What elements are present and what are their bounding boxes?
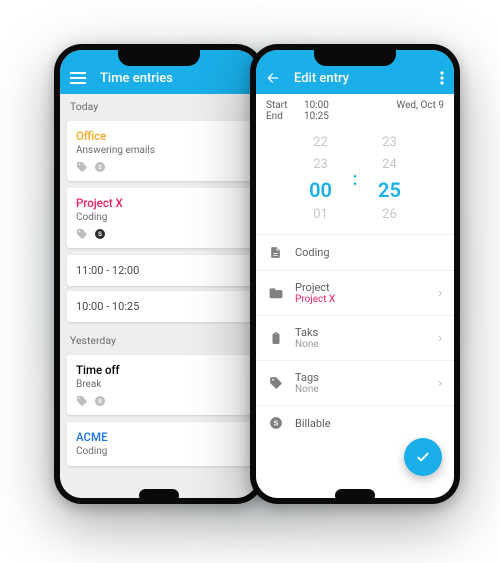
start-end-block: Start 10:00 Wed, Oct 9 End 10:25 xyxy=(256,94,454,126)
section-today: Today xyxy=(60,94,258,117)
phone-notch xyxy=(314,50,396,66)
hour-wheel[interactable]: 22 23 00 01 xyxy=(299,132,343,226)
entry-subtitle: Coding xyxy=(76,212,242,223)
entry-title: ACME xyxy=(76,430,242,444)
row-description[interactable]: Coding xyxy=(256,235,454,271)
edit-form: Start 10:00 Wed, Oct 9 End 10:25 22 23 0… xyxy=(256,94,454,498)
picker-value: 26 xyxy=(367,204,411,226)
picker-value: 23 xyxy=(367,132,411,154)
entry-title: Project X xyxy=(76,196,242,210)
entry-subtitle: Break xyxy=(76,379,242,390)
tag-icon xyxy=(76,161,88,173)
chevron-right-icon: › xyxy=(438,331,442,346)
description-value: Coding xyxy=(295,246,442,259)
screen-edit-entry: Edit entry Start 10:00 Wed, Oct 9 End 10… xyxy=(256,50,454,498)
entry-projectx[interactable]: Project X Coding S xyxy=(67,188,251,248)
picker-selected-minute: 25 xyxy=(367,176,411,204)
svg-text:S: S xyxy=(98,232,102,238)
picker-value: 01 xyxy=(299,204,343,226)
more-vert-icon[interactable] xyxy=(440,71,444,85)
start-label: Start xyxy=(266,100,294,111)
phone-time-entries: Time entries Today Office Answering emai… xyxy=(54,44,264,504)
entry-title: Office xyxy=(76,129,242,143)
page-title: Time entries xyxy=(100,71,173,86)
billable-icon: S xyxy=(94,161,106,173)
picker-value: 23 xyxy=(299,154,343,176)
tags-value: None xyxy=(295,384,426,395)
phone-home-button xyxy=(335,489,375,502)
svg-text:S: S xyxy=(98,165,102,171)
svg-text:S: S xyxy=(273,420,278,427)
phone-notch xyxy=(118,50,200,66)
row-billable[interactable]: S Billable xyxy=(256,406,454,440)
entry-timeoff[interactable]: Time off Break S xyxy=(67,355,251,415)
clipboard-icon xyxy=(268,331,283,346)
project-label: Project xyxy=(295,281,426,294)
svg-text:S: S xyxy=(98,399,102,405)
entry-office[interactable]: Office Answering emails S xyxy=(67,121,251,181)
task-value: None xyxy=(295,339,426,350)
end-label: End xyxy=(266,111,294,122)
entry-subtitle: Coding xyxy=(76,446,242,457)
project-value: Project X xyxy=(295,294,426,305)
phone-home-button xyxy=(139,489,179,502)
picker-value: 24 xyxy=(367,154,411,176)
date-label[interactable]: Wed, Oct 9 xyxy=(396,100,444,111)
start-time[interactable]: 10:00 xyxy=(304,100,329,111)
folder-icon xyxy=(268,287,283,299)
entry-title: Time off xyxy=(76,363,242,377)
entry-slot-2[interactable]: 10:00 - 10:25 xyxy=(67,291,251,322)
billable-icon: S xyxy=(94,228,106,240)
page-title: Edit entry xyxy=(294,71,349,86)
row-task[interactable]: Taks None › xyxy=(256,316,454,361)
phone-edit-entry: Edit entry Start 10:00 Wed, Oct 9 End 10… xyxy=(250,44,460,504)
task-label: Taks xyxy=(295,326,426,339)
tag-icon xyxy=(268,376,283,390)
section-yesterday: Yesterday xyxy=(60,328,258,351)
hamburger-icon[interactable] xyxy=(70,72,86,84)
row-tags[interactable]: Tags None › xyxy=(256,361,454,406)
minute-wheel[interactable]: 23 24 25 26 xyxy=(367,132,411,226)
entry-acme[interactable]: ACME Coding xyxy=(67,422,251,466)
tag-icon xyxy=(76,228,88,240)
screen-time-entries: Time entries Today Office Answering emai… xyxy=(60,50,258,498)
picker-value: 22 xyxy=(299,132,343,154)
picker-selected-hour: 00 xyxy=(299,176,343,204)
billable-icon: S xyxy=(94,395,106,407)
billable-label: Billable xyxy=(295,417,442,430)
entry-slot-1[interactable]: 11:00 - 12:00 xyxy=(67,255,251,286)
picker-colon: : xyxy=(353,169,358,190)
description-icon xyxy=(268,245,283,260)
time-picker[interactable]: 22 23 00 01 : 23 24 25 26 xyxy=(256,126,454,235)
entries-scroll[interactable]: Today Office Answering emails S Projec xyxy=(60,94,258,498)
back-arrow-icon[interactable] xyxy=(266,71,280,85)
billable-icon: S xyxy=(268,416,283,430)
confirm-fab[interactable] xyxy=(404,438,442,476)
end-time[interactable]: 10:25 xyxy=(304,111,329,122)
chevron-right-icon: › xyxy=(438,286,442,301)
row-project[interactable]: Project Project X › xyxy=(256,271,454,316)
entry-subtitle: Answering emails xyxy=(76,145,242,156)
chevron-right-icon: › xyxy=(438,376,442,391)
tag-icon xyxy=(76,395,88,407)
tags-label: Tags xyxy=(295,371,426,384)
